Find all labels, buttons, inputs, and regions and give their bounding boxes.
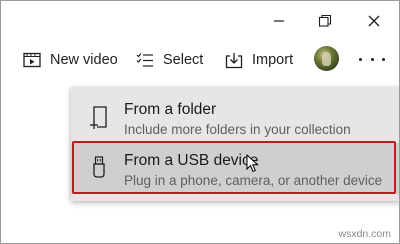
checklist-icon xyxy=(136,52,154,68)
new-video-label: New video xyxy=(50,52,118,68)
more-dots-icon[interactable] xyxy=(359,51,385,67)
import-button[interactable]: Import xyxy=(225,43,293,77)
watermark: wsxdn.com xyxy=(338,228,391,240)
close-icon[interactable] xyxy=(364,11,384,31)
folder-add-icon xyxy=(89,105,109,129)
menu-item-subtitle: Include more folders in your collection xyxy=(124,122,351,137)
menu-item-title: From a folder xyxy=(124,101,217,118)
menu-item-from-folder[interactable]: From a folder Include more folders in yo… xyxy=(71,92,399,143)
mouse-cursor-icon xyxy=(246,153,260,174)
import-icon xyxy=(225,52,243,69)
toolbar: New video Select Import xyxy=(1,43,399,77)
select-button[interactable]: Select xyxy=(136,43,203,77)
select-label: Select xyxy=(163,52,204,68)
new-video-button[interactable]: New video xyxy=(23,43,118,77)
highlight-outline xyxy=(72,141,396,194)
import-label: Import xyxy=(252,52,294,68)
minimize-icon[interactable] xyxy=(269,11,289,31)
film-icon xyxy=(23,52,41,68)
restore-icon[interactable] xyxy=(315,11,335,31)
avatar[interactable] xyxy=(314,46,339,71)
app-window: New video Select Import From a folder In… xyxy=(0,0,400,244)
